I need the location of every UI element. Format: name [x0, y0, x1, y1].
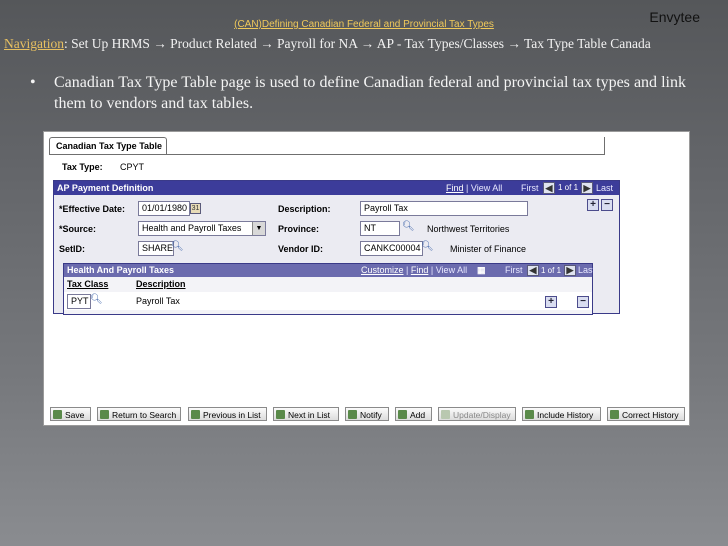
- bullet-text: Canadian Tax Type Table page is used to …: [54, 74, 686, 112]
- tax-class-lookup-search-icon[interactable]: 🔍︎: [90, 294, 103, 305]
- bullet-dot-icon: •: [30, 74, 36, 91]
- effective-date-label: *Effective Date:: [59, 204, 126, 214]
- vendor-id-label: Vendor ID:: [278, 244, 324, 254]
- brand-logo: Envytee: [649, 9, 700, 25]
- include-history-button[interactable]: Include History: [522, 407, 601, 421]
- notify-button[interactable]: Notify: [345, 407, 389, 421]
- peoplesoft-screenshot: Canadian Tax Type Table Tax Type: CPYT A…: [43, 131, 690, 426]
- return-to-search-label: Return to Search: [112, 410, 177, 420]
- panel-count: 1 of 1: [558, 183, 579, 192]
- correct-history-icon: [610, 410, 619, 419]
- delete-row-icon[interactable]: −: [601, 199, 613, 211]
- include-history-label: Include History: [537, 410, 594, 420]
- grid-find-link[interactable]: Find: [411, 265, 429, 275]
- correct-history-label: Correct History: [622, 410, 679, 420]
- panel-last-label: Last: [596, 183, 614, 193]
- vendor-id-input[interactable]: CANKC00004: [360, 241, 423, 256]
- vendor-description: Minister of Finance: [450, 244, 527, 254]
- notify-label: Notify: [360, 410, 382, 420]
- ap-payment-definition-panel: AP Payment Definition Find | View All Fi…: [53, 180, 620, 315]
- update-display-button[interactable]: Update/Display: [438, 407, 516, 421]
- previous-icon: [191, 410, 200, 419]
- save-label: Save: [65, 410, 85, 420]
- tax-class-input[interactable]: PYT: [67, 294, 91, 309]
- previous-in-list-label: Previous in List: [203, 410, 261, 420]
- col-header-tax-class[interactable]: Tax Class: [67, 279, 108, 289]
- return-search-icon: [100, 410, 109, 419]
- previous-in-list-button[interactable]: Previous in List: [188, 407, 267, 421]
- update-display-icon: [441, 410, 450, 419]
- navigation-path: Navigation: Set Up HRMS → Product Relate…: [4, 36, 726, 52]
- panel-title: AP Payment Definition: [57, 183, 154, 193]
- health-payroll-taxes-grid: Health And Payroll Taxes Customize | Fin…: [63, 263, 596, 315]
- next-in-list-label: Next in List: [288, 410, 331, 420]
- source-label: *Source:: [59, 224, 97, 234]
- effective-date-input[interactable]: 01/01/1980: [138, 201, 190, 216]
- province-description: Northwest Territories: [427, 224, 510, 234]
- add-label: Add: [410, 410, 426, 420]
- grid-last-label: Last: [578, 265, 596, 275]
- setid-label: SetID:: [59, 244, 86, 254]
- panel-header: AP Payment Definition Find | View All Fi…: [54, 181, 619, 195]
- source-select-value: Health and Payroll Taxes: [142, 223, 242, 233]
- slide-title: (CAN)Defining Canadian Federal and Provi…: [234, 19, 494, 30]
- navigation-label: Navigation: [4, 36, 64, 51]
- tab-canadian-tax-type-table[interactable]: Canadian Tax Type Table: [49, 137, 167, 155]
- notify-icon: [348, 410, 357, 419]
- panel-first-icon[interactable]: ◀: [543, 182, 555, 194]
- grid-view-icon[interactable]: ▦: [477, 264, 486, 277]
- grid-first-label: First: [505, 265, 523, 275]
- source-select[interactable]: Health and Payroll Taxes ▼: [138, 221, 266, 236]
- description-label: Description:: [278, 204, 331, 214]
- tab-underline: [49, 154, 605, 155]
- setid-lookup-search-icon[interactable]: 🔍︎: [171, 241, 184, 252]
- province-lookup-search-icon[interactable]: 🔍︎: [402, 221, 415, 232]
- update-display-label: Update/Display: [453, 410, 511, 420]
- tax-type-label: Tax Type:: [62, 162, 103, 172]
- tab-divider: [604, 137, 606, 155]
- include-history-icon: [525, 410, 534, 419]
- province-label: Province:: [278, 224, 320, 234]
- setid-input[interactable]: SHARE: [138, 241, 174, 256]
- panel-find-link[interactable]: Find: [446, 183, 464, 193]
- return-to-search-button[interactable]: Return to Search: [97, 407, 181, 421]
- grid-title: Health And Payroll Taxes: [67, 265, 175, 275]
- bullet-point: • Canadian Tax Type Table page is used t…: [30, 72, 686, 114]
- grid-first-icon[interactable]: ◀: [527, 265, 539, 276]
- panel-last-icon[interactable]: ▶: [581, 182, 593, 194]
- grid-add-row-icon[interactable]: +: [545, 296, 557, 308]
- vendor-lookup-search-icon[interactable]: 🔍︎: [421, 241, 434, 252]
- col-header-description[interactable]: Description: [136, 279, 186, 289]
- tax-type-value: CPYT: [120, 162, 145, 172]
- grid-count: 1 of 1: [541, 266, 562, 275]
- save-icon: [53, 410, 62, 419]
- toolbar: Save Return to Search Previous in List N…: [50, 407, 685, 421]
- grid-header: Health And Payroll Taxes Customize | Fin…: [64, 264, 596, 277]
- chevron-down-icon[interactable]: ▼: [252, 222, 265, 235]
- add-icon: [398, 410, 407, 419]
- panel-view-all-link[interactable]: View All: [471, 183, 502, 193]
- table-row: PYT 🔍︎ Payroll Tax: [64, 292, 592, 310]
- grid-customize-link[interactable]: Customize: [361, 265, 404, 275]
- grid-delete-row-icon[interactable]: −: [577, 296, 589, 308]
- panel-first-label: First: [521, 183, 539, 193]
- add-row-icon[interactable]: +: [587, 199, 599, 211]
- correct-history-button[interactable]: Correct History: [607, 407, 685, 421]
- save-button[interactable]: Save: [50, 407, 91, 421]
- grid-last-icon[interactable]: ▶: [564, 265, 576, 276]
- grid-view-all-link[interactable]: View All: [436, 265, 467, 275]
- description-input[interactable]: Payroll Tax: [360, 201, 528, 216]
- next-icon: [276, 410, 285, 419]
- tax-class-description: Payroll Tax: [136, 296, 180, 306]
- calendar-icon[interactable]: 31: [190, 203, 201, 214]
- next-in-list-button[interactable]: Next in List: [273, 407, 339, 421]
- add-button[interactable]: Add: [395, 407, 432, 421]
- province-input[interactable]: NT: [360, 221, 400, 236]
- navigation-path-text: : Set Up HRMS → Product Related → Payrol…: [64, 36, 651, 51]
